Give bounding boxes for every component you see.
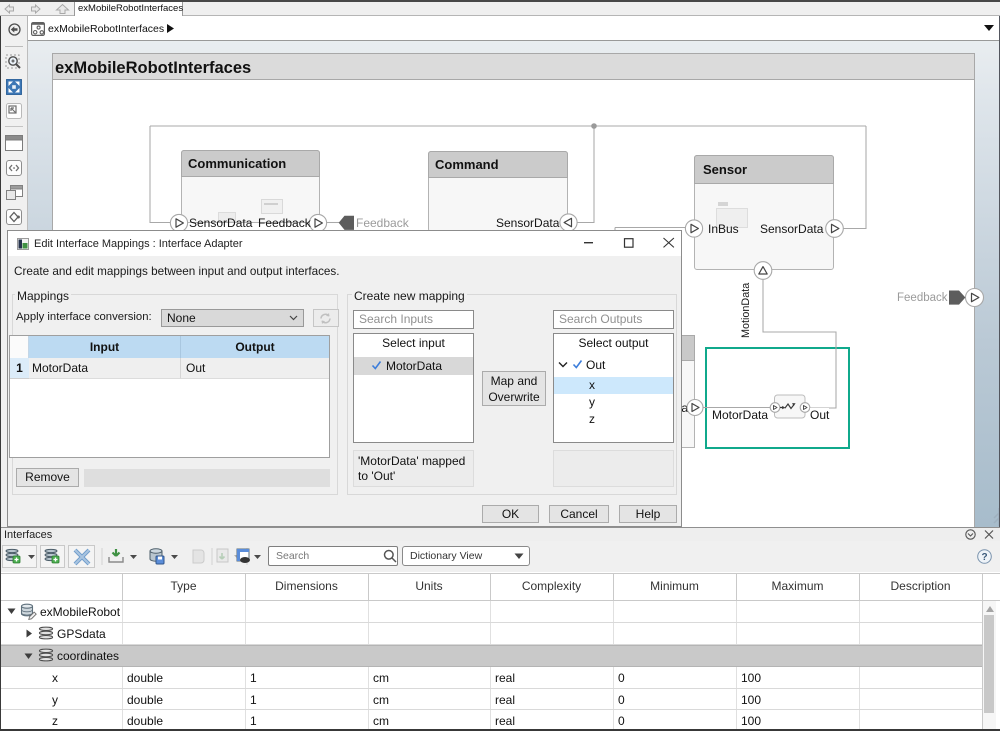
svg-text:?: ? (981, 552, 987, 563)
